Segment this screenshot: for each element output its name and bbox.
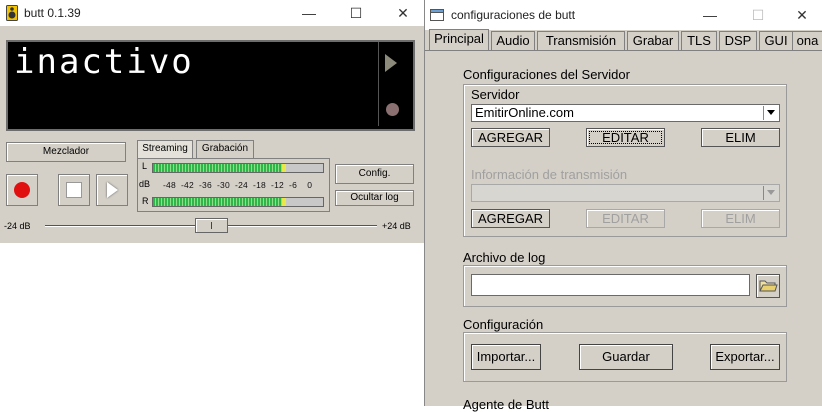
stop-button[interactable] xyxy=(58,174,90,206)
gain-slider-thumb[interactable] xyxy=(194,218,228,233)
tab-principal[interactable]: Principal xyxy=(429,29,489,51)
hide-log-button[interactable]: Ocultar log xyxy=(335,190,414,206)
butt-title: butt 0.1.39 xyxy=(24,6,81,20)
configuration-section-title: Configuración xyxy=(463,317,544,332)
server-delete-button[interactable]: ELIM xyxy=(701,128,780,147)
butt-app-icon xyxy=(6,5,18,21)
record-icon xyxy=(14,182,30,198)
gain-max-label: +24 dB xyxy=(382,221,411,231)
config-titlebar: configuraciones de butt — ☐ ✕ xyxy=(425,0,822,30)
vu-right-level xyxy=(153,198,284,206)
tab-panel-border xyxy=(425,50,822,51)
save-button[interactable]: Guardar xyxy=(579,344,673,370)
display-divider xyxy=(378,42,379,126)
stream-info-edit-button: EDITAR xyxy=(586,209,665,228)
vu-left-label: L xyxy=(142,161,148,171)
server-label: Servidor xyxy=(471,87,520,102)
stream-info-delete-button: ELIM xyxy=(701,209,780,228)
minimize-button[interactable]: — xyxy=(294,2,324,24)
tab-audio[interactable]: Audio xyxy=(491,31,535,51)
vu-right-bar xyxy=(152,197,324,207)
server-select-value: EmitirOnline.com xyxy=(475,105,574,120)
stream-info-label: Información de transmisión xyxy=(471,167,628,182)
close-button[interactable]: ✕ xyxy=(388,2,418,24)
play-button[interactable] xyxy=(96,174,128,206)
stop-icon xyxy=(66,182,82,198)
server-add-button[interactable]: AGREGAR xyxy=(471,128,550,147)
folder-icon xyxy=(759,280,778,292)
config-close-button[interactable]: ✕ xyxy=(787,4,817,26)
vu-scale: -48 -42 -36 -30 -24 -18 -12 -6 0 xyxy=(163,180,313,190)
config-button[interactable]: Config. xyxy=(335,164,414,184)
stream-info-add-button[interactable]: AGREGAR xyxy=(471,209,550,228)
vu-left-level xyxy=(153,164,284,172)
tab-dsp[interactable]: DSP xyxy=(719,31,757,51)
import-button[interactable]: Importar... xyxy=(471,344,541,370)
tab-overflow[interactable]: ona xyxy=(793,31,822,51)
play-icon xyxy=(107,182,118,198)
stream-info-select xyxy=(471,184,780,202)
vu-right-peak xyxy=(281,198,286,206)
tab-recording[interactable]: Grabación xyxy=(196,140,254,158)
browse-log-button[interactable] xyxy=(756,274,780,298)
vu-left-bar xyxy=(152,163,324,173)
config-window-icon xyxy=(430,9,444,21)
vu-right-label: R xyxy=(142,196,149,206)
config-maximize-button: ☐ xyxy=(751,7,765,23)
config-minimize-button[interactable]: — xyxy=(695,4,725,26)
record-indicator-icon xyxy=(386,103,399,116)
server-select[interactable]: EmitirOnline.com xyxy=(471,104,780,122)
config-title: configuraciones de butt xyxy=(451,8,576,22)
export-button[interactable]: Exportar... xyxy=(710,344,780,370)
tab-tls[interactable]: TLS xyxy=(681,31,717,51)
butt-titlebar: butt 0.1.39 — ☐ ✕ xyxy=(0,0,425,26)
chevron-down-icon xyxy=(763,186,778,200)
tab-streaming[interactable]: Streaming xyxy=(137,140,193,158)
mixer-button[interactable]: Mezclador xyxy=(6,142,126,162)
config-window: configuraciones de butt — ☐ ✕ Principal … xyxy=(424,0,822,412)
gain-min-label: -24 dB xyxy=(4,221,31,231)
tab-gui[interactable]: GUI xyxy=(759,31,793,51)
tab-transmision[interactable]: Transmisión xyxy=(537,31,625,51)
vu-db-label: dB xyxy=(139,179,151,189)
chevron-down-icon xyxy=(763,106,778,120)
log-section-title: Archivo de log xyxy=(463,250,546,265)
play-indicator-icon xyxy=(385,54,397,72)
log-file-input[interactable] xyxy=(471,274,750,296)
maximize-button[interactable]: ☐ xyxy=(341,2,371,24)
server-section-title: Configuraciones del Servidor xyxy=(463,67,630,82)
tab-grabar[interactable]: Grabar xyxy=(627,31,679,51)
butt-main-window: butt 0.1.39 — ☐ ✕ inactivo Mezclador Str… xyxy=(0,0,425,243)
agent-section-title: Agente de Butt xyxy=(463,397,550,412)
status-display-text: inactivo xyxy=(14,42,194,82)
server-edit-button[interactable]: EDITAR xyxy=(586,128,665,147)
record-button[interactable] xyxy=(6,174,38,206)
vu-left-peak xyxy=(281,164,286,172)
vu-meter: L dB -48 -42 -36 -30 -24 -18 -12 -6 0 R xyxy=(137,158,330,212)
